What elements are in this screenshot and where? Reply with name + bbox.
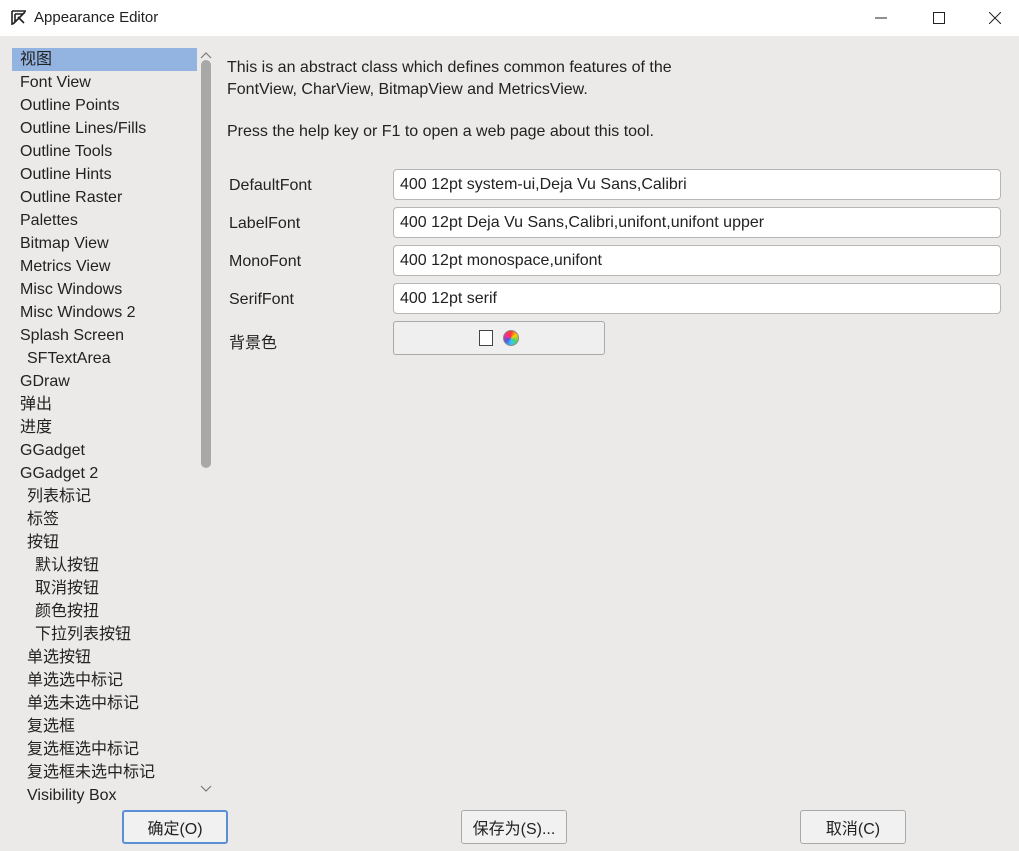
sidebar-item[interactable]: 进度 bbox=[12, 416, 52, 439]
close-icon bbox=[989, 12, 1001, 24]
sidebar-item[interactable]: Visibility Box bbox=[12, 784, 117, 806]
sidebar-item[interactable]: GGadget bbox=[12, 439, 85, 462]
window-title: Appearance Editor bbox=[34, 9, 159, 26]
client-area: 视图 Font View Outline Points Outline Lines/F… bbox=[0, 36, 1019, 851]
sidebar-item[interactable]: 复选框 bbox=[12, 715, 75, 738]
sidebar-item[interactable]: 单选选中标记 bbox=[12, 669, 123, 692]
sidebar-item[interactable]: GDraw bbox=[12, 370, 70, 393]
sidebar-item[interactable]: 颜色按扭 bbox=[12, 600, 99, 623]
sidebar-item[interactable]: 列表标记 bbox=[12, 485, 91, 508]
mono-font-field[interactable]: 400 12pt monospace,unifont bbox=[393, 245, 1001, 276]
sidebar-item[interactable]: SFTextArea bbox=[12, 347, 111, 370]
sidebar-item[interactable]: 默认按钮 bbox=[12, 554, 99, 577]
minimize-icon bbox=[875, 17, 887, 19]
list-scrollbar[interactable] bbox=[198, 48, 214, 806]
sidebar-item[interactable]: 单选未选中标记 bbox=[12, 692, 139, 715]
maximize-button[interactable] bbox=[910, 0, 968, 36]
sidebar-item[interactable]: Misc Windows bbox=[12, 278, 122, 301]
sidebar-item[interactable]: Outline Points bbox=[12, 94, 120, 117]
sidebar-item[interactable]: 视图 bbox=[12, 48, 197, 71]
scroll-thumb[interactable] bbox=[201, 60, 211, 468]
sidebar-item[interactable]: Outline Lines/Fills bbox=[12, 117, 146, 140]
minimize-button[interactable] bbox=[852, 0, 910, 36]
close-button[interactable] bbox=[966, 0, 1019, 36]
background-color-label: 背景色 bbox=[229, 335, 278, 352]
label-font-field[interactable]: 400 12pt Deja Vu Sans,Calibri,unifont,un… bbox=[393, 207, 1001, 238]
sidebar-item[interactable]: Splash Screen bbox=[12, 324, 124, 347]
sidebar-item[interactable]: 弹出 bbox=[12, 393, 52, 416]
serif-font-field[interactable]: 400 12pt serif bbox=[393, 283, 1001, 314]
mono-font-label: MonoFont bbox=[229, 253, 302, 270]
title-bar[interactable]: Appearance Editor bbox=[0, 0, 1019, 36]
sidebar-item[interactable]: Palettes bbox=[12, 209, 78, 232]
category-list[interactable]: 视图 Font View Outline Points Outline Lines/F… bbox=[12, 48, 214, 806]
scroll-down-button[interactable] bbox=[198, 782, 214, 796]
chevron-up-icon bbox=[200, 52, 212, 59]
sidebar-item[interactable]: 复选框选中标记 bbox=[12, 738, 139, 761]
fontforge-app-icon bbox=[10, 9, 28, 27]
sidebar-item[interactable]: 按钮 bbox=[12, 531, 59, 554]
description-line-2: FontView, CharView, BitmapView and Metri… bbox=[227, 81, 588, 98]
ok-button[interactable]: 确定(O) bbox=[122, 810, 228, 844]
description-line-1: This is an abstract class which defines … bbox=[227, 59, 672, 76]
sidebar-item[interactable]: 下拉列表按钮 bbox=[12, 623, 131, 646]
color-swatch bbox=[479, 330, 493, 346]
help-text: Press the help key or F1 to open a web p… bbox=[227, 123, 654, 140]
color-wheel-icon bbox=[503, 330, 519, 346]
sidebar-item[interactable]: Misc Windows 2 bbox=[12, 301, 136, 324]
sidebar-item[interactable]: Outline Tools bbox=[12, 140, 112, 163]
background-color-button[interactable] bbox=[393, 321, 605, 355]
appearance-editor-window: Appearance Editor 视图 Font View Outline Poi… bbox=[0, 0, 1019, 851]
serif-font-label: SerifFont bbox=[229, 291, 294, 308]
label-font-label: LabelFont bbox=[229, 215, 301, 232]
sidebar-item[interactable]: Metrics View bbox=[12, 255, 110, 278]
sidebar-item[interactable]: GGadget 2 bbox=[12, 462, 98, 485]
default-font-field[interactable]: 400 12pt system-ui,Deja Vu Sans,Calibri bbox=[393, 169, 1001, 200]
sidebar-item[interactable]: 复选框未选中标记 bbox=[12, 761, 155, 784]
sidebar-item[interactable]: 取消按钮 bbox=[12, 577, 99, 600]
save-as-button[interactable]: 保存为(S)... bbox=[461, 810, 567, 844]
sidebar-item[interactable]: Bitmap View bbox=[12, 232, 109, 255]
sidebar-item[interactable]: Outline Raster bbox=[12, 186, 122, 209]
sidebar-item[interactable]: Font View bbox=[12, 71, 91, 94]
cancel-button[interactable]: 取消(C) bbox=[800, 810, 906, 844]
default-font-label: DefaultFont bbox=[229, 177, 312, 194]
sidebar-item[interactable]: 标签 bbox=[12, 508, 59, 531]
maximize-icon bbox=[933, 12, 945, 24]
sidebar-item[interactable]: 单选按钮 bbox=[12, 646, 91, 669]
sidebar-item[interactable]: Outline Hints bbox=[12, 163, 112, 186]
chevron-down-icon bbox=[200, 785, 212, 792]
